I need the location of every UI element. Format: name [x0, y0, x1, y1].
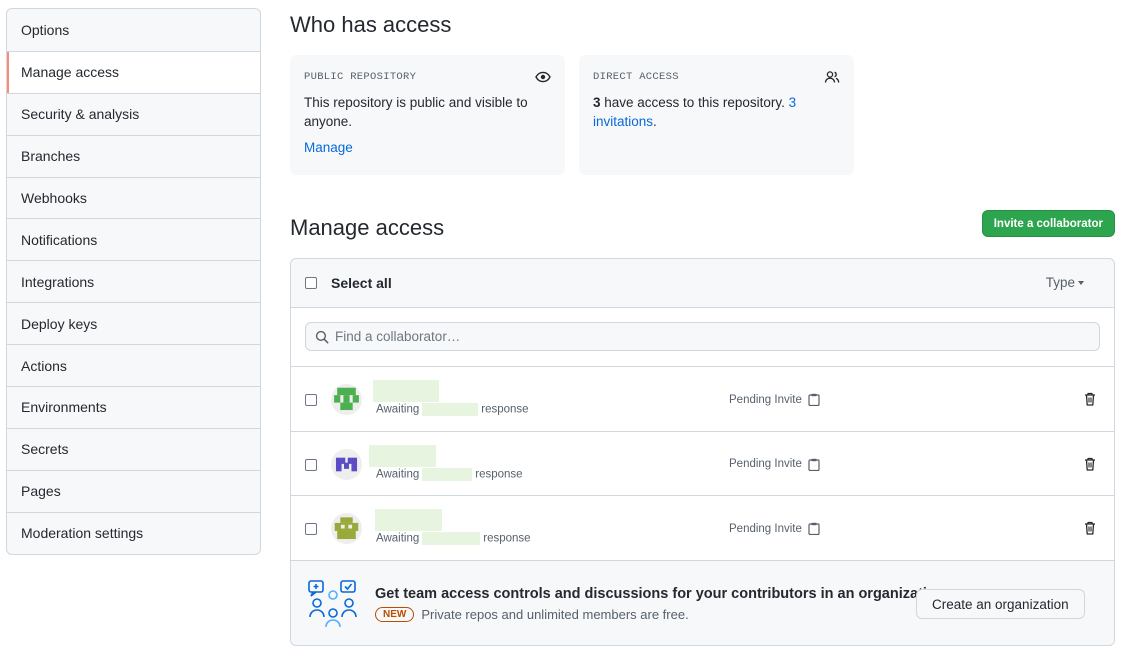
collaborator-row: Awaiting response Pending Invite — [291, 496, 1114, 561]
clipboard-icon[interactable] — [808, 393, 820, 406]
sidebar-item-options[interactable]: Options — [7, 9, 260, 51]
pending-invite-label: Pending Invite — [729, 522, 802, 535]
sidebar-item-label: Options — [21, 21, 70, 38]
trash-icon[interactable] — [1082, 456, 1098, 472]
collaborator-checkbox[interactable] — [305, 394, 317, 406]
organization-upsell: Get team access controls and discussions… — [291, 561, 1114, 645]
sidebar-item-manage-access[interactable]: Manage access — [7, 50, 260, 93]
manage-visibility-link[interactable]: Manage — [304, 140, 353, 155]
eye-icon — [535, 71, 551, 83]
awaiting-label: Awaiting — [376, 532, 420, 545]
avatar — [331, 384, 362, 415]
caret-down-icon — [1078, 281, 1084, 286]
sidebar-item-actions[interactable]: Actions — [7, 344, 260, 386]
public-repository-text: This repository is public and visible to… — [304, 95, 528, 129]
upsell-subtitle-text: Private repos and unlimited members are … — [421, 607, 689, 622]
who-has-access-title: Who has access — [290, 12, 452, 37]
direct-access-count: 3 — [593, 95, 601, 110]
identicon-icon — [335, 457, 358, 471]
awaiting-label: Awaiting — [376, 403, 420, 416]
create-organization-button[interactable]: Create an organization — [916, 589, 1085, 619]
sidebar-item-notifications[interactable]: Notifications — [7, 218, 260, 260]
upsell-title: Get team access controls and discussions… — [375, 586, 949, 602]
collaborator-checkbox[interactable] — [305, 523, 317, 535]
pending-invite-label: Pending Invite — [729, 393, 802, 406]
collaborator-row: Awaiting response Pending Invite — [291, 367, 1114, 432]
collaborators-box: Select all Type Find a collaborator… Awa… — [290, 258, 1115, 646]
sidebar-item-label: Environments — [21, 399, 107, 416]
invite-collaborator-button[interactable]: Invite a collaborator — [981, 210, 1115, 237]
response-label: response — [483, 532, 531, 545]
pending-invite-status: Pending Invite — [729, 393, 820, 406]
sidebar-item-security-analysis[interactable]: Security & analysis — [7, 92, 260, 135]
manage-access-title: Manage access — [290, 215, 445, 240]
redacted-username — [375, 509, 442, 531]
response-label: response — [481, 403, 529, 416]
direct-access-text: 3 have access to this repository. 3 invi… — [593, 93, 840, 131]
sidebar-item-secrets[interactable]: Secrets — [7, 427, 260, 470]
search-input[interactable] — [335, 329, 1035, 344]
sidebar-item-integrations[interactable]: Integrations — [7, 260, 260, 302]
team-illustration-icon — [308, 580, 357, 628]
select-all-label[interactable]: Select all — [331, 275, 392, 291]
upsell-subtitle: NEW Private repos and unlimited members … — [375, 607, 689, 622]
sidebar-item-label: Webhooks — [21, 190, 87, 206]
direct-access-card: DIRECT ACCESS 3 have access to this repo… — [579, 55, 854, 175]
clipboard-icon[interactable] — [808, 522, 820, 535]
trash-icon[interactable] — [1082, 520, 1098, 536]
direct-access-label: DIRECT ACCESS — [593, 71, 679, 83]
sidebar-item-label: Branches — [21, 148, 81, 165]
search-row — [291, 308, 1114, 367]
sidebar-item-label: Secrets — [21, 441, 69, 458]
avatar — [331, 448, 362, 480]
redacted-inline — [422, 467, 473, 481]
redacted-inline — [422, 403, 479, 416]
collaborators-header: Select all Type — [291, 259, 1114, 308]
direct-access-suffix: . — [653, 114, 657, 129]
redacted-inline — [422, 532, 481, 545]
new-badge: NEW — [375, 607, 415, 622]
direct-access-description: have access to this repository. — [600, 95, 789, 110]
collaborator-checkbox[interactable] — [305, 458, 317, 471]
sidebar-item-label: Actions — [21, 357, 67, 374]
sidebar-item-label: Notifications — [21, 231, 98, 248]
type-filter-label: Type — [1045, 275, 1075, 290]
search-icon — [315, 330, 329, 343]
sidebar-item-label: Pages — [21, 483, 61, 500]
sidebar-item-pages[interactable]: Pages — [7, 469, 260, 512]
sidebar-item-branches[interactable]: Branches — [7, 134, 260, 177]
pending-invite-status: Pending Invite — [729, 458, 820, 471]
clipboard-icon[interactable] — [808, 458, 820, 471]
sidebar-item-deploy-keys[interactable]: Deploy keys — [7, 302, 260, 344]
awaiting-response-text: Awaiting response — [376, 467, 523, 481]
sidebar-item-label: Manage access — [21, 64, 120, 81]
public-repository-label: PUBLIC REPOSITORY — [304, 71, 417, 83]
collaborator-search[interactable] — [305, 322, 1100, 351]
identicon-icon — [334, 517, 359, 540]
type-filter-dropdown[interactable]: Type — [1046, 275, 1084, 290]
sidebar-item-moderation-settings[interactable]: Moderation settings — [7, 511, 260, 554]
settings-sidebar: Options Manage access Security & analysi… — [6, 8, 261, 555]
people-icon — [824, 71, 840, 83]
awaiting-label: Awaiting — [376, 468, 420, 481]
sidebar-item-webhooks[interactable]: Webhooks — [7, 176, 260, 219]
select-all-checkbox[interactable] — [305, 277, 317, 289]
redacted-username — [369, 444, 436, 467]
avatar — [331, 513, 362, 544]
awaiting-response-text: Awaiting response — [376, 532, 531, 545]
sidebar-item-label: Security & analysis — [21, 106, 140, 123]
response-label: response — [475, 468, 523, 481]
pending-invite-status: Pending Invite — [729, 522, 820, 535]
pending-invite-label: Pending Invite — [729, 458, 802, 470]
redacted-username — [373, 380, 439, 402]
trash-icon[interactable] — [1082, 391, 1098, 407]
sidebar-item-environments[interactable]: Environments — [7, 386, 260, 428]
identicon-icon — [334, 387, 359, 411]
collaborator-row: Awaiting response Pending Invite — [291, 432, 1114, 496]
sidebar-item-label: Moderation settings — [21, 525, 144, 542]
sidebar-item-label: Integrations — [21, 273, 95, 290]
awaiting-response-text: Awaiting response — [376, 403, 529, 416]
sidebar-item-label: Deploy keys — [21, 315, 98, 332]
public-repository-card: PUBLIC REPOSITORY This repository is pub… — [290, 55, 565, 175]
